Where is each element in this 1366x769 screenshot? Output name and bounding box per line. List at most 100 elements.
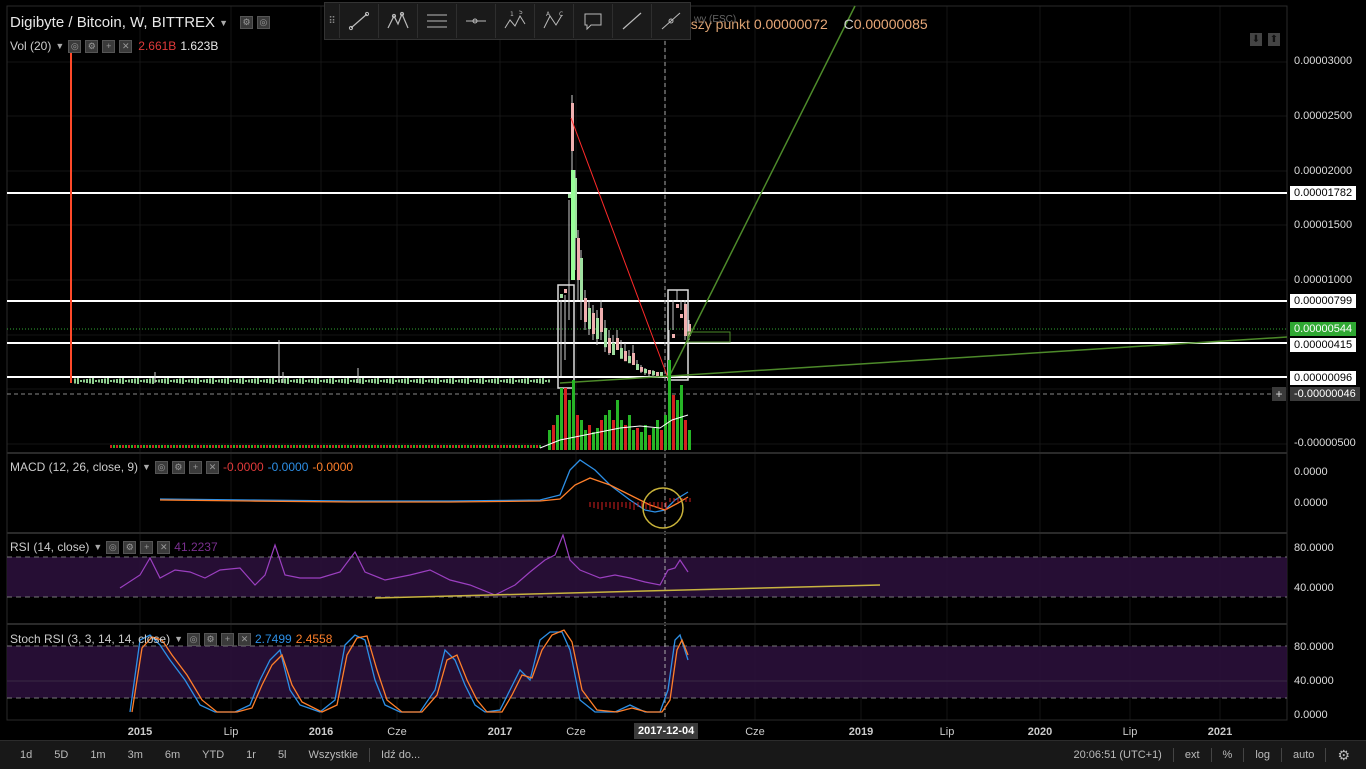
- pitchfork-icon[interactable]: [379, 4, 418, 38]
- price-chart-svg[interactable]: [0, 0, 1366, 740]
- close-icon[interactable]: ✕: [205, 460, 219, 474]
- volume-bar: [572, 380, 575, 450]
- add-icon[interactable]: +: [102, 39, 116, 53]
- volume-bar: [383, 445, 385, 448]
- stoch-tick: 0.0000: [1294, 709, 1328, 721]
- price-candle: [473, 379, 475, 383]
- range-1m[interactable]: 1m: [79, 741, 116, 769]
- chevron-down-icon[interactable]: ▼: [174, 634, 183, 644]
- hide-icon[interactable]: ◎: [106, 540, 120, 554]
- stoch-rsi-label[interactable]: Stoch RSI (3, 3, 14, 14, close): [10, 632, 170, 646]
- scale-up-icon[interactable]: ⬆: [1268, 33, 1280, 46]
- auto-scale-toggle[interactable]: auto: [1282, 741, 1325, 769]
- settings-icon[interactable]: ⚙: [171, 460, 185, 474]
- hide-icon[interactable]: ◎: [256, 16, 270, 29]
- drawing-toolbar: ⠿ 15 AC: [324, 2, 691, 40]
- macd-label[interactable]: MACD (12, 26, close, 9): [10, 460, 138, 474]
- range-1y[interactable]: 1r: [235, 741, 267, 769]
- go-to-date-button[interactable]: Idź do...: [370, 741, 431, 769]
- volume-bar: [338, 445, 340, 448]
- close-icon[interactable]: ✕: [238, 632, 251, 646]
- ext-hours-toggle[interactable]: ext: [1174, 741, 1211, 769]
- volume-bar: [470, 445, 472, 448]
- add-icon[interactable]: +: [188, 460, 202, 474]
- line-icon[interactable]: [613, 4, 652, 38]
- range-6m[interactable]: 6m: [154, 741, 191, 769]
- range-1d[interactable]: 1d: [0, 741, 43, 769]
- settings-icon[interactable]: ⚙: [85, 39, 99, 53]
- volume-bar: [290, 445, 292, 448]
- chevron-down-icon[interactable]: ▼: [142, 462, 151, 472]
- range-5y[interactable]: 5l: [267, 741, 298, 769]
- range-5d[interactable]: 5D: [43, 741, 79, 769]
- price-candle: [545, 380, 547, 382]
- volume-value-2: 1.623B: [180, 39, 219, 53]
- scale-down-icon[interactable]: ⬇: [1250, 33, 1262, 46]
- range-ytd[interactable]: YTD: [191, 741, 235, 769]
- close-icon[interactable]: ✕: [119, 39, 133, 53]
- volume-bar: [446, 445, 448, 448]
- volume-bar: [200, 445, 202, 448]
- range-all[interactable]: Wszystkie: [298, 741, 370, 769]
- hide-icon[interactable]: ◎: [68, 39, 82, 53]
- volume-bar: [536, 445, 538, 448]
- pane-separator-stoch[interactable]: [7, 623, 1287, 625]
- volume-bar: [320, 445, 322, 448]
- volume-bar: [368, 445, 370, 448]
- gear-icon[interactable]: ⚙: [1326, 741, 1366, 769]
- settings-icon[interactable]: ⚙: [239, 16, 253, 29]
- pattern-15-icon[interactable]: 15: [496, 4, 535, 38]
- range-3m[interactable]: 3m: [117, 741, 154, 769]
- horizontal-ray-icon[interactable]: [457, 4, 496, 38]
- volume-bar: [676, 400, 679, 450]
- chevron-down-icon[interactable]: ▼: [219, 18, 228, 28]
- price-tag-level: 0.00000096: [1290, 371, 1357, 385]
- volume-bar: [632, 430, 635, 450]
- path-icon[interactable]: [652, 4, 690, 38]
- rsi-label[interactable]: RSI (14, close): [10, 540, 89, 554]
- volume-bar: [616, 400, 619, 450]
- trend-line-icon[interactable]: [340, 4, 379, 38]
- hide-icon[interactable]: ◎: [154, 460, 168, 474]
- price-candle: [398, 379, 400, 383]
- add-alert-icon[interactable]: +: [1272, 387, 1286, 401]
- price-candle: [116, 379, 118, 383]
- price-candle: [140, 380, 142, 382]
- volume-bar: [323, 445, 325, 448]
- volume-bar: [552, 425, 555, 450]
- symbol-title[interactable]: Digibyte / Bitcoin, W, BITTREX: [10, 14, 215, 31]
- fib-retracement-icon[interactable]: [418, 4, 457, 38]
- volume-bar: [188, 445, 190, 448]
- volume-bar: [125, 445, 127, 448]
- volume-bar: [134, 445, 136, 448]
- clock[interactable]: 20:06:51 (UTC+1): [1063, 741, 1173, 769]
- percent-scale-toggle[interactable]: %: [1212, 741, 1244, 769]
- close-prefix: C: [843, 16, 854, 32]
- volume-bar: [556, 415, 559, 450]
- chart-area[interactable]: Digibyte / Bitcoin, W, BITTREX ▼ ⚙ ◎ wy …: [0, 0, 1366, 740]
- pane-separator-rsi[interactable]: [7, 532, 1287, 534]
- price-candle: [458, 379, 460, 383]
- log-scale-toggle[interactable]: log: [1244, 741, 1281, 769]
- add-icon[interactable]: +: [140, 540, 154, 554]
- callout-icon[interactable]: [574, 4, 613, 38]
- price-candle: [577, 238, 580, 280]
- settings-icon[interactable]: ⚙: [123, 540, 137, 554]
- price-candle: [560, 294, 563, 298]
- price-candle: [470, 380, 472, 382]
- price-candle: [206, 379, 208, 383]
- chevron-down-icon[interactable]: ▼: [93, 542, 102, 552]
- pane-separator-macd[interactable]: [7, 452, 1287, 454]
- price-candle: [134, 378, 136, 384]
- add-icon[interactable]: +: [221, 632, 234, 646]
- volume-bar: [296, 445, 298, 448]
- chevron-down-icon[interactable]: ▼: [55, 41, 64, 51]
- volume-value-1: 2.661B: [138, 39, 177, 53]
- abcd-pattern-icon[interactable]: AC: [535, 4, 574, 38]
- hide-icon[interactable]: ◎: [187, 632, 200, 646]
- drag-handle-icon[interactable]: ⠿: [325, 4, 340, 38]
- settings-icon[interactable]: ⚙: [204, 632, 217, 646]
- close-icon[interactable]: ✕: [157, 540, 171, 554]
- volume-label[interactable]: Vol (20): [10, 39, 51, 53]
- volume-bar: [521, 445, 523, 448]
